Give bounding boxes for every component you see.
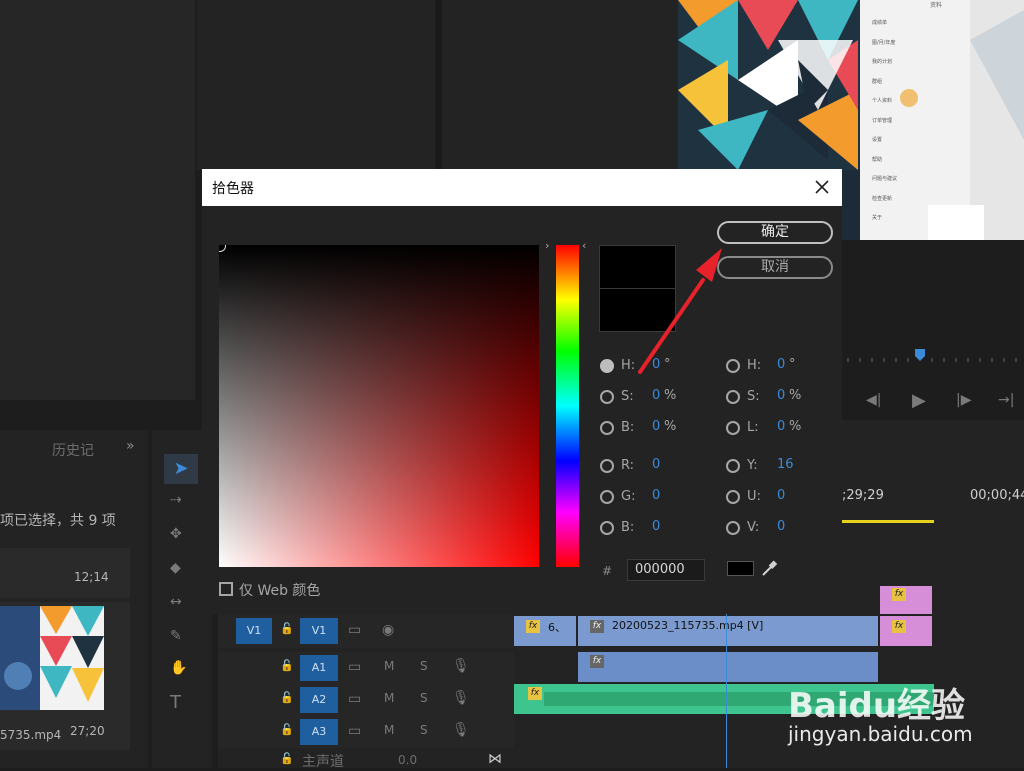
watermark-brand: Baidu经验 bbox=[788, 686, 966, 726]
watermark-url: jingyan.baidu.com bbox=[788, 722, 973, 746]
annotation-arrow bbox=[638, 248, 722, 374]
